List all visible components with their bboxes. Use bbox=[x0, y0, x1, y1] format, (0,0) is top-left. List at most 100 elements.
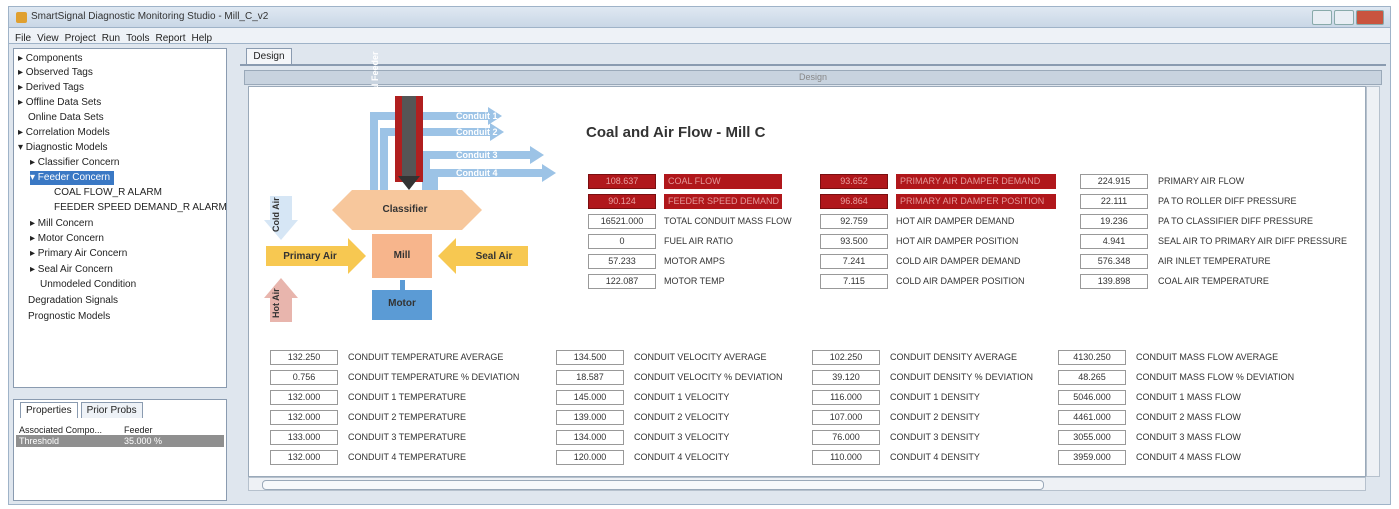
tree-item-feeder-concern[interactable]: ▾ Feeder Concern bbox=[30, 171, 115, 185]
primary-air-flow-value[interactable]: 224.915 bbox=[1080, 174, 1148, 189]
motor-amps-value[interactable]: 57.233 bbox=[588, 254, 656, 269]
feeder-speed-demand-label: FEEDER SPEED DEMAND bbox=[664, 194, 782, 209]
window-title: SmartSignal Diagnostic Monitoring Studio… bbox=[31, 11, 269, 22]
air-inlet-temperature-value[interactable]: 576.348 bbox=[1080, 254, 1148, 269]
tree-item-motor-concern[interactable]: ▸ Motor Concern bbox=[30, 232, 104, 246]
conduit-4-density-label: CONDUIT 4 DENSITY bbox=[890, 452, 980, 462]
conduit-3-velocity-label: CONDUIT 3 VELOCITY bbox=[634, 432, 730, 442]
conduit-1-label: Conduit 1 bbox=[456, 111, 498, 121]
conduit-4-density-value[interactable]: 110.000 bbox=[812, 450, 880, 465]
hot-air-damper-position-value[interactable]: 93.500 bbox=[820, 234, 888, 249]
conduit-3-temp-value[interactable]: 133.000 bbox=[270, 430, 338, 445]
conduit-2-temp-value[interactable]: 132.000 bbox=[270, 410, 338, 425]
conduit-3-density-label: CONDUIT 3 DENSITY bbox=[890, 432, 980, 442]
maximize-button[interactable] bbox=[1334, 10, 1354, 25]
coal-air-temperature-label: COAL AIR TEMPERATURE bbox=[1158, 276, 1269, 286]
conduit-mass-flow-dev-value[interactable]: 48.265 bbox=[1058, 370, 1126, 385]
conduit-mass-flow-avg-value[interactable]: 4130.250 bbox=[1058, 350, 1126, 365]
pa-damper-demand-value[interactable]: 93.652 bbox=[820, 174, 888, 189]
conduit-1-temp-value[interactable]: 132.000 bbox=[270, 390, 338, 405]
motor-temp-label: MOTOR TEMP bbox=[664, 276, 725, 286]
tree-item-prognostic-models[interactable]: Prognostic Models bbox=[28, 310, 110, 324]
cold-air-damper-position-value[interactable]: 7.115 bbox=[820, 274, 888, 289]
conduit-velocity-avg-value[interactable]: 134.500 bbox=[556, 350, 624, 365]
conduit-3-velocity-value[interactable]: 134.000 bbox=[556, 430, 624, 445]
coal-flow-value[interactable]: 108.637 bbox=[588, 174, 656, 189]
conduit-4-mass-flow-label: CONDUIT 4 MASS FLOW bbox=[1136, 452, 1241, 462]
conduit-1-density-label: CONDUIT 1 DENSITY bbox=[890, 392, 980, 402]
tab-design[interactable]: Design bbox=[246, 48, 292, 65]
close-button[interactable] bbox=[1356, 10, 1384, 25]
tree-item-classifier-concern[interactable]: ▸ Classifier Concern bbox=[30, 156, 120, 170]
tree-item-degradation-signals[interactable]: Degradation Signals bbox=[28, 294, 118, 308]
hot-air-damper-demand-value[interactable]: 92.759 bbox=[820, 214, 888, 229]
conduit-density-dev-value[interactable]: 39.120 bbox=[812, 370, 880, 385]
conduit-3-mass-flow-value[interactable]: 3055.000 bbox=[1058, 430, 1126, 445]
tree-item-correlation-models[interactable]: ▸ Correlation Models bbox=[18, 126, 110, 140]
air-inlet-temperature-label: AIR INLET TEMPERATURE bbox=[1158, 256, 1271, 266]
conduit-2-mass-flow-label: CONDUIT 2 MASS FLOW bbox=[1136, 412, 1241, 422]
tree-item-coal-flow-alarm[interactable]: COAL FLOW_R ALARM bbox=[54, 186, 162, 200]
total-conduit-mass-flow-value[interactable]: 16521.000 bbox=[588, 214, 656, 229]
tree-item-offline-data-sets[interactable]: ▸ Offline Data Sets bbox=[18, 96, 101, 110]
cold-air-damper-position-label: COLD AIR DAMPER POSITION bbox=[896, 276, 1025, 286]
conduit-1-velocity-label: CONDUIT 1 VELOCITY bbox=[634, 392, 730, 402]
pa-damper-position-value[interactable]: 96.864 bbox=[820, 194, 888, 209]
design-window-title: Design bbox=[798, 72, 827, 82]
conduit-2-temp-label: CONDUIT 2 TEMPERATURE bbox=[348, 412, 467, 422]
tree-item-online-data-sets[interactable]: Online Data Sets bbox=[28, 111, 104, 125]
pa-roller-diff-label: PA TO ROLLER DIFF PRESSURE bbox=[1158, 196, 1297, 206]
conduit-density-avg-value[interactable]: 102.250 bbox=[812, 350, 880, 365]
tree-item-seal-air-concern[interactable]: ▸ Seal Air Concern bbox=[30, 263, 113, 277]
conduit-2-density-value[interactable]: 107.000 bbox=[812, 410, 880, 425]
conduit-4-temp-value[interactable]: 132.000 bbox=[270, 450, 338, 465]
pa-roller-diff-value[interactable]: 22.111 bbox=[1080, 194, 1148, 209]
property-key: Threshold bbox=[19, 436, 60, 446]
tree-item-diagnostic-models[interactable]: ▾ Diagnostic Models bbox=[18, 141, 108, 155]
property-row[interactable]: Threshold 35.000 % bbox=[16, 435, 224, 447]
coal-air-temperature-value[interactable]: 139.898 bbox=[1080, 274, 1148, 289]
tree-item-unmodeled-condition[interactable]: Unmodeled Condition bbox=[40, 278, 136, 292]
tree-item-components[interactable]: ▸ Components bbox=[18, 52, 83, 66]
coal-feeder-label: Coal Feeder bbox=[370, 51, 380, 103]
conduit-temp-dev-value[interactable]: 0.756 bbox=[270, 370, 338, 385]
primary-air-label: Primary Air bbox=[283, 251, 337, 262]
conduit-velocity-dev-value[interactable]: 18.587 bbox=[556, 370, 624, 385]
classifier-label: Classifier bbox=[382, 204, 428, 215]
panel-splitter[interactable] bbox=[13, 391, 227, 397]
conduit-2-mass-flow-value[interactable]: 4461.000 bbox=[1058, 410, 1126, 425]
tree-item-observed-tags[interactable]: ▸ Observed Tags bbox=[18, 66, 93, 80]
conduit-1-velocity-value[interactable]: 145.000 bbox=[556, 390, 624, 405]
pa-classifier-diff-value[interactable]: 19.236 bbox=[1080, 214, 1148, 229]
conduit-1-density-value[interactable]: 116.000 bbox=[812, 390, 880, 405]
tab-properties[interactable]: Properties bbox=[20, 402, 78, 418]
conduit-2-velocity-label: CONDUIT 2 VELOCITY bbox=[634, 412, 730, 422]
conduit-2-velocity-value[interactable]: 139.000 bbox=[556, 410, 624, 425]
vertical-scrollbar[interactable] bbox=[1366, 86, 1380, 477]
conduit-density-avg-label: CONDUIT DENSITY AVERAGE bbox=[890, 352, 1018, 362]
seal-air-diff-label: SEAL AIR TO PRIMARY AIR DIFF PRESSURE bbox=[1158, 236, 1348, 246]
motor-amps-label: MOTOR AMPS bbox=[664, 256, 725, 266]
seal-air-diff-value[interactable]: 4.941 bbox=[1080, 234, 1148, 249]
conduit-2-label: Conduit 2 bbox=[456, 127, 498, 137]
tree-item-derived-tags[interactable]: ▸ Derived Tags bbox=[18, 81, 84, 95]
conduit-2-density-label: CONDUIT 2 DENSITY bbox=[890, 412, 980, 422]
tree-item-mill-concern[interactable]: ▸ Mill Concern bbox=[30, 217, 93, 231]
feeder-speed-demand-value[interactable]: 90.124 bbox=[588, 194, 656, 209]
motor-temp-value[interactable]: 122.087 bbox=[588, 274, 656, 289]
project-tree: ▸ Components ▸ Observed Tags ▸ Derived T… bbox=[13, 48, 227, 388]
cold-air-damper-demand-value[interactable]: 7.241 bbox=[820, 254, 888, 269]
conduit-temp-avg-value[interactable]: 132.250 bbox=[270, 350, 338, 365]
conduit-1-temp-label: CONDUIT 1 TEMPERATURE bbox=[348, 392, 467, 402]
conduit-4-mass-flow-value[interactable]: 3959.000 bbox=[1058, 450, 1126, 465]
fuel-air-ratio-value[interactable]: 0 bbox=[588, 234, 656, 249]
tab-prior-probs[interactable]: Prior Probs bbox=[80, 402, 143, 418]
horizontal-scroll-thumb[interactable] bbox=[262, 480, 1044, 490]
tree-item-feeder-speed-alarm[interactable]: FEEDER SPEED DEMAND_R ALARM bbox=[54, 201, 226, 215]
hot-air-damper-demand-label: HOT AIR DAMPER DEMAND bbox=[896, 216, 1015, 226]
tree-item-primary-air-concern[interactable]: ▸ Primary Air Concern bbox=[30, 247, 127, 261]
conduit-4-velocity-value[interactable]: 120.000 bbox=[556, 450, 624, 465]
minimize-button[interactable] bbox=[1312, 10, 1332, 25]
conduit-3-density-value[interactable]: 76.000 bbox=[812, 430, 880, 445]
conduit-1-mass-flow-value[interactable]: 5046.000 bbox=[1058, 390, 1126, 405]
